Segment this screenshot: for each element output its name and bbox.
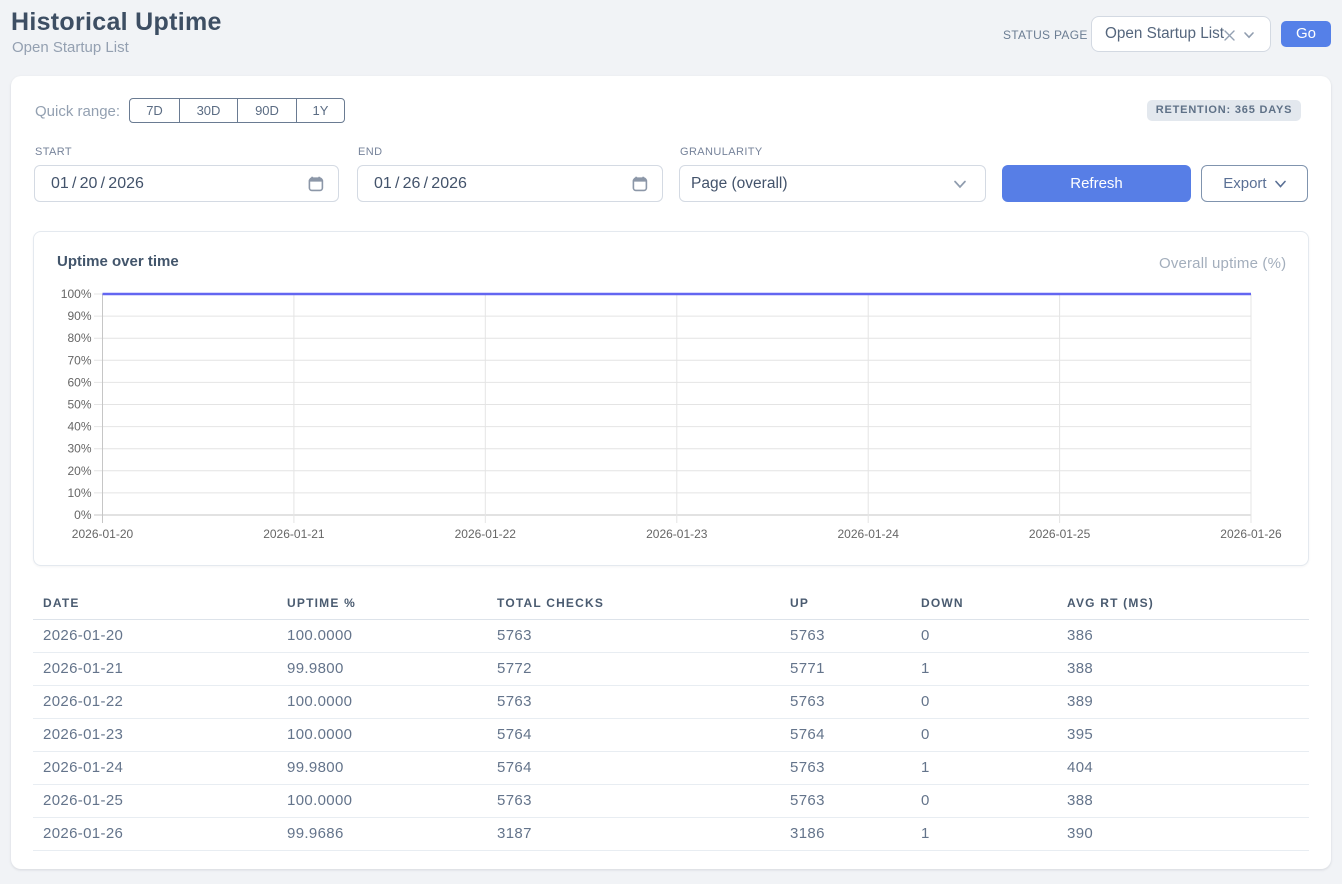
svg-text:2026-01-24: 2026-01-24 [838,527,900,541]
svg-text:30%: 30% [67,442,91,456]
svg-text:40%: 40% [67,420,91,434]
svg-text:70%: 70% [67,353,91,367]
svg-text:2026-01-21: 2026-01-21 [263,527,325,541]
svg-text:2026-01-26: 2026-01-26 [1220,527,1282,541]
svg-text:2026-01-23: 2026-01-23 [646,527,708,541]
svg-text:2026-01-25: 2026-01-25 [1029,527,1091,541]
svg-text:60%: 60% [67,375,91,389]
svg-text:100%: 100% [61,287,92,301]
svg-text:2026-01-20: 2026-01-20 [72,527,134,541]
svg-text:80%: 80% [67,331,91,345]
svg-text:0%: 0% [74,508,92,522]
svg-text:50%: 50% [67,398,91,412]
svg-text:2026-01-22: 2026-01-22 [455,527,517,541]
svg-text:10%: 10% [67,486,91,500]
svg-text:20%: 20% [67,464,91,478]
svg-text:90%: 90% [67,309,91,323]
